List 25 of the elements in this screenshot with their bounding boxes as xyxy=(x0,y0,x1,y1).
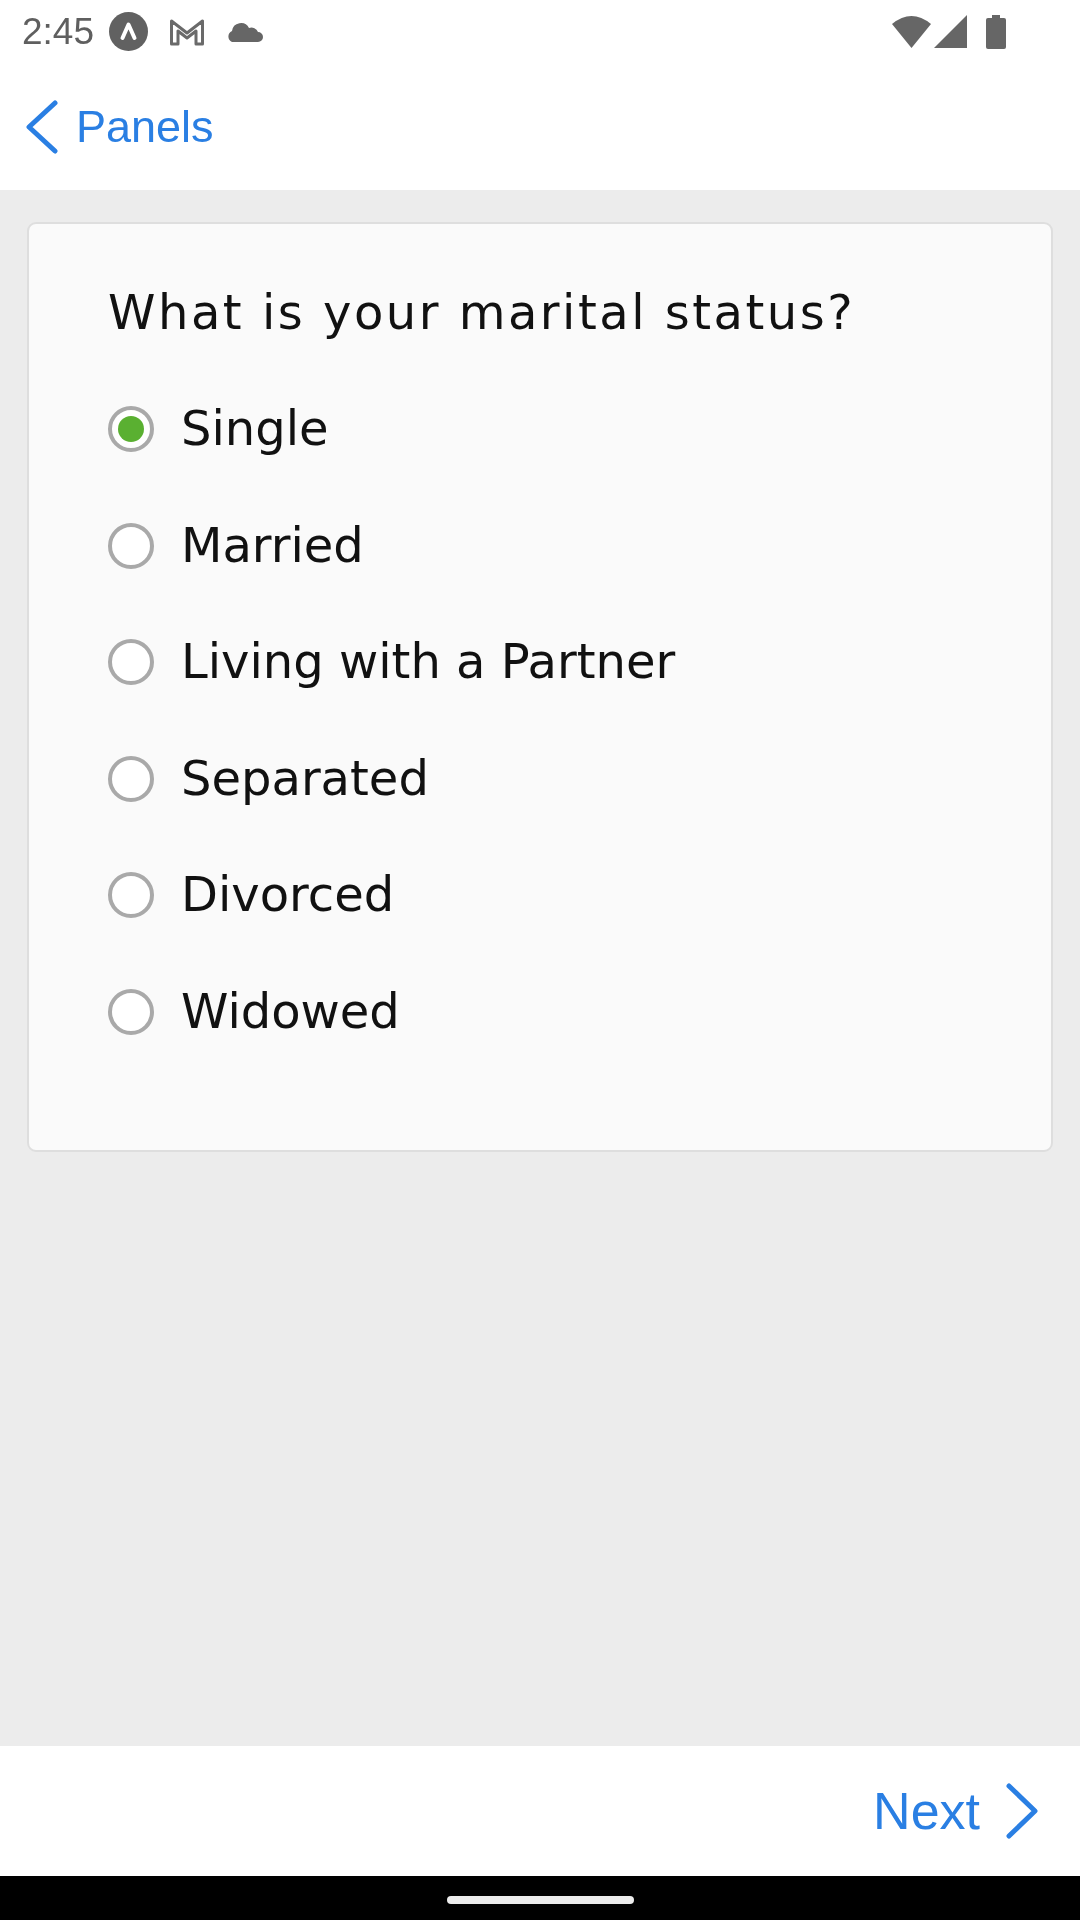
option-label[interactable]: Separated xyxy=(181,749,429,808)
home-handle[interactable] xyxy=(446,1896,634,1904)
radio-button[interactable] xyxy=(108,639,154,686)
status-time: 2:45 xyxy=(22,13,94,50)
chevron-right-icon xyxy=(1006,1783,1038,1839)
next-button[interactable]: Next xyxy=(873,1783,1038,1839)
cloud-icon xyxy=(226,21,264,42)
option-label[interactable]: Widowed xyxy=(181,982,400,1041)
caret-circle-icon xyxy=(109,12,148,51)
option-label[interactable]: Divorced xyxy=(181,866,395,925)
radio-button[interactable] xyxy=(108,406,154,453)
signal-icon xyxy=(934,15,967,48)
option-label[interactable]: Married xyxy=(181,516,364,575)
option-label[interactable]: Living with a Partner xyxy=(181,633,676,692)
radio-button[interactable] xyxy=(108,755,154,802)
mail-icon xyxy=(169,17,205,46)
chevron-left-icon xyxy=(25,99,58,154)
option-label[interactable]: Single xyxy=(181,400,329,459)
back-button[interactable]: Panels xyxy=(25,99,214,154)
wifi-icon xyxy=(892,15,931,48)
radio-button[interactable] xyxy=(108,988,154,1035)
question-title: What is your marital status? xyxy=(108,284,856,342)
radio-button[interactable] xyxy=(108,522,154,569)
radio-button[interactable] xyxy=(108,872,154,919)
battery-icon xyxy=(986,14,1006,49)
